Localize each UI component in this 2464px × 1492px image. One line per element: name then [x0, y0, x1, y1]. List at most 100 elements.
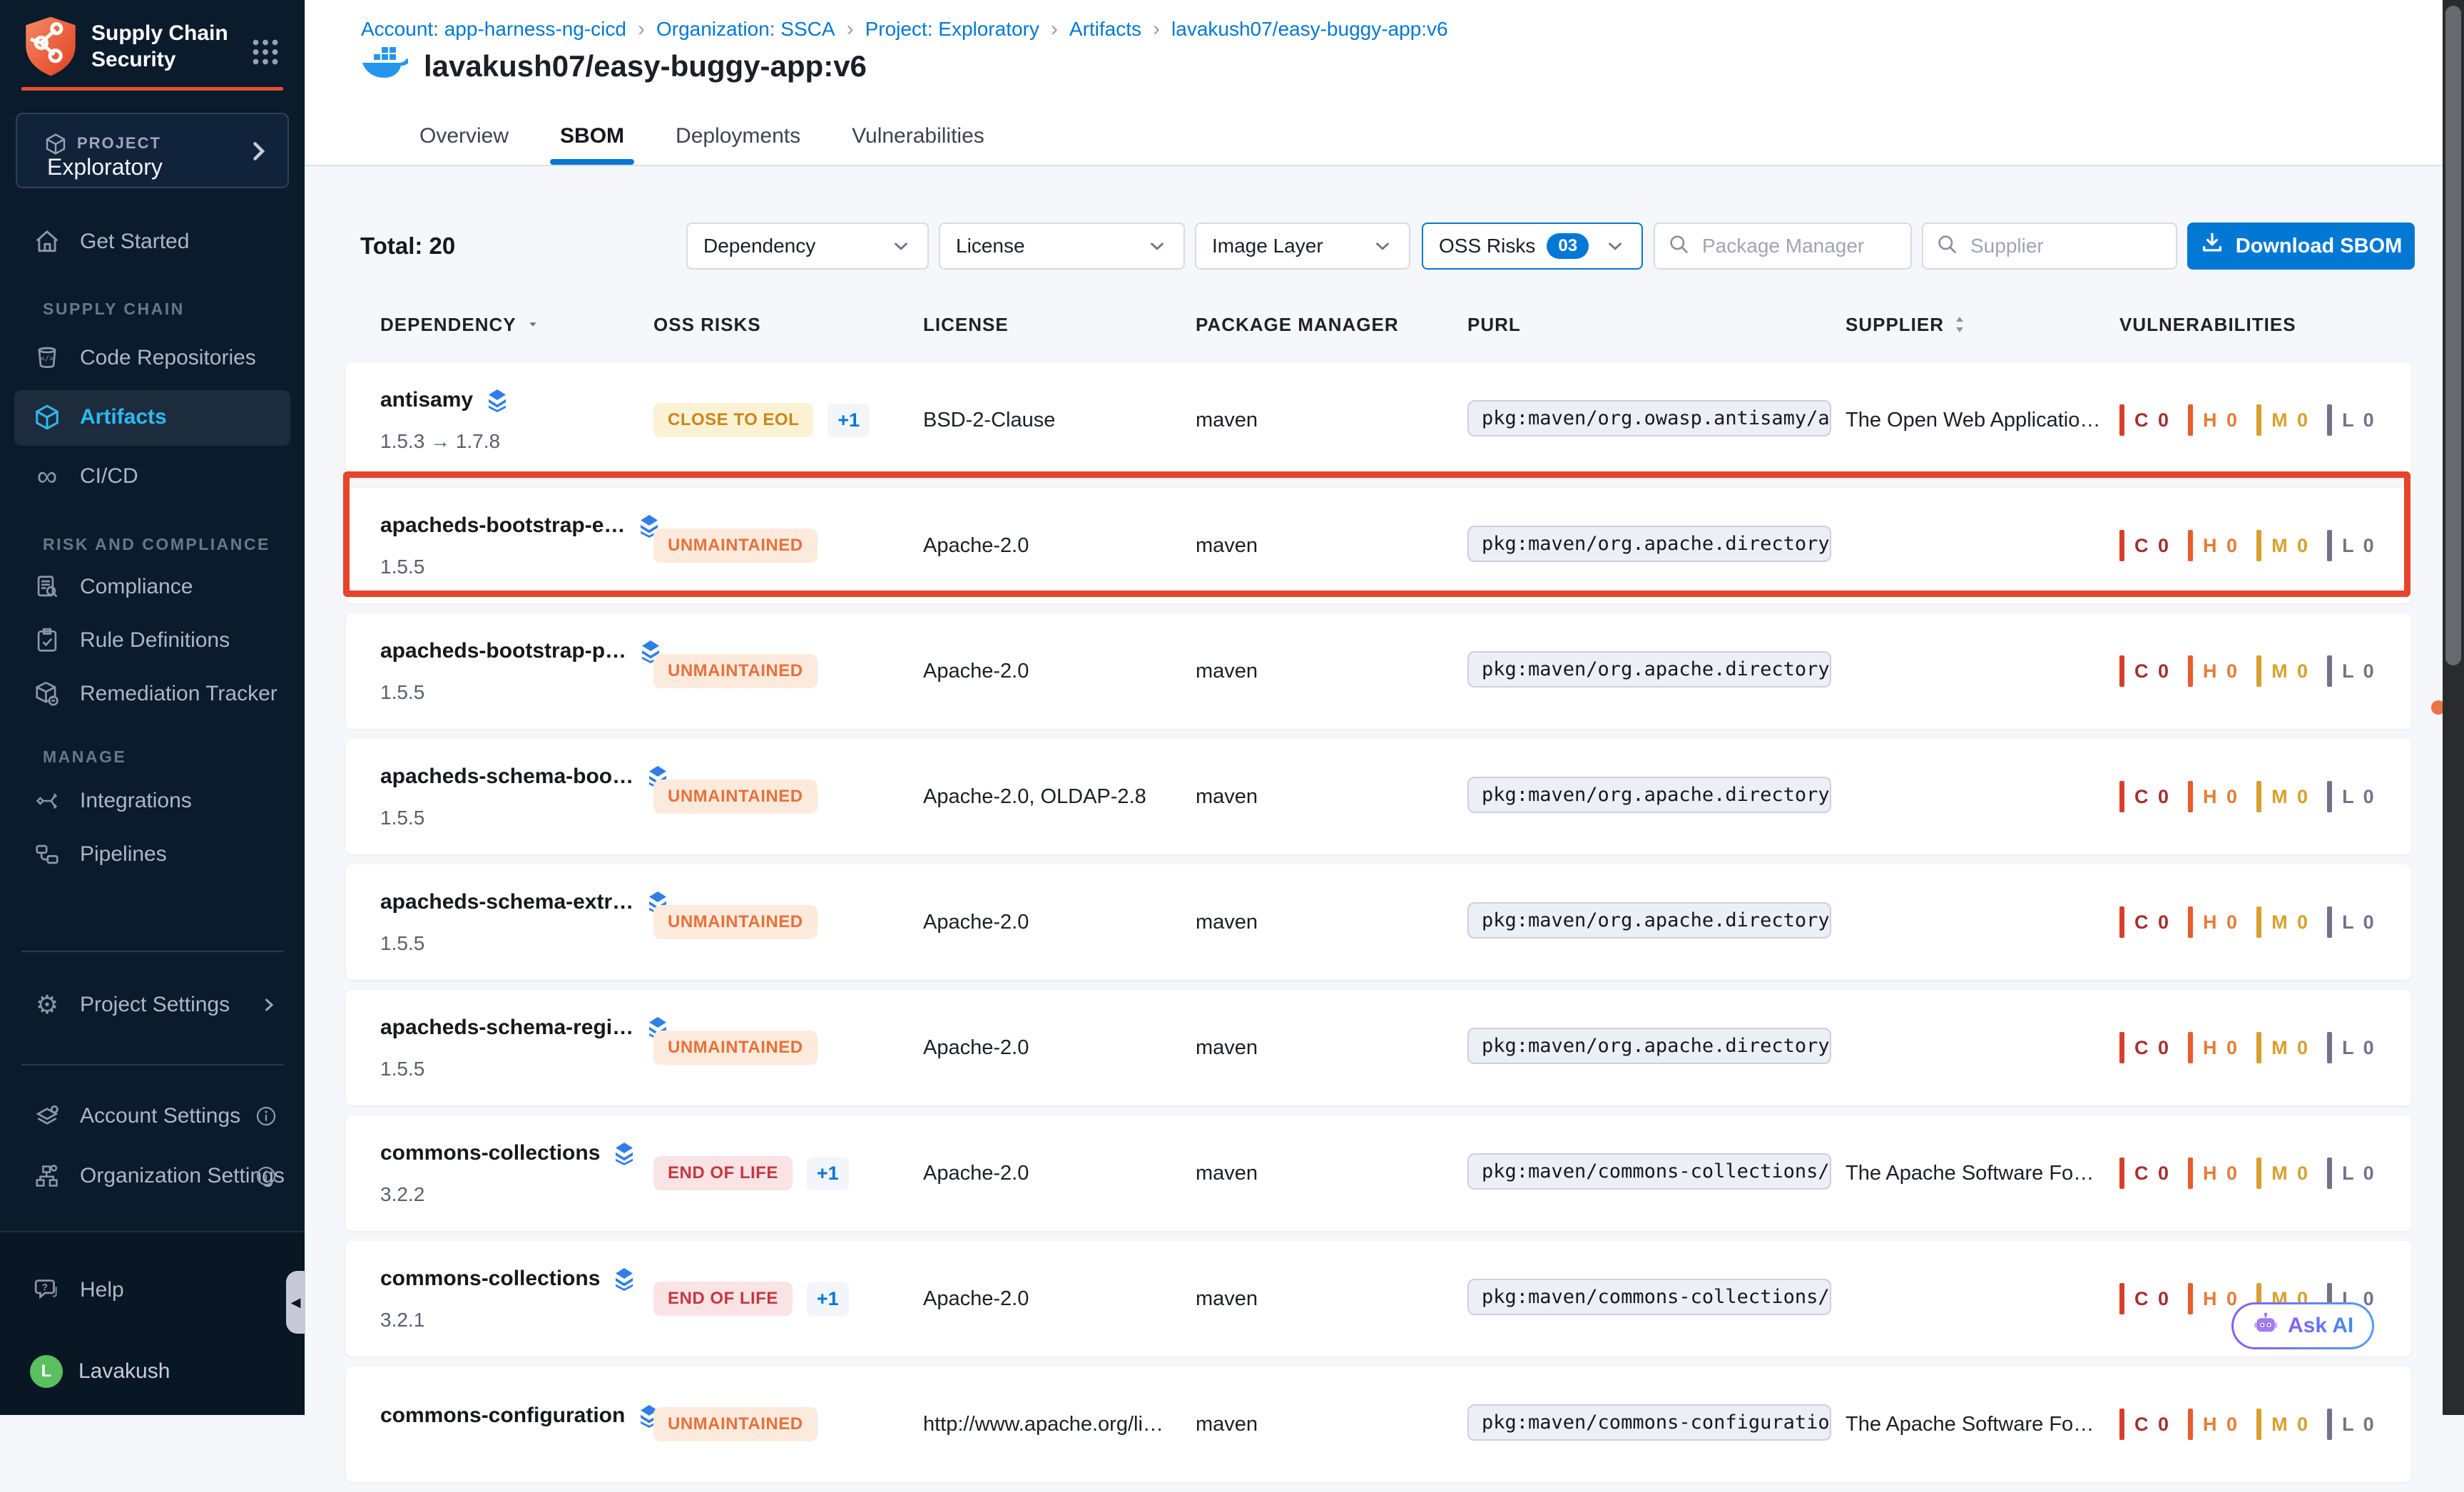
sidebar-item-code-repositories[interactable]: </> Code Repositories: [0, 332, 305, 384]
download-sbom-button[interactable]: Download SBOM: [2187, 223, 2415, 270]
column-header-supplier[interactable]: SUPPLIER: [1846, 314, 2119, 336]
breadcrumb-link[interactable]: Project: Exploratory: [865, 18, 1039, 41]
breadcrumb-link[interactable]: lavakush07/easy-buggy-app:v6: [1171, 18, 1448, 41]
sidebar-item-pipelines[interactable]: Pipelines: [0, 828, 305, 881]
purl-value[interactable]: pkg:maven/org.apache.directory.s…: [1467, 651, 1831, 688]
sort-desc-icon[interactable]: [525, 317, 541, 332]
purl-value[interactable]: pkg:maven/commons-collections/co…: [1467, 1279, 1831, 1315]
user-menu[interactable]: L Lavakush: [0, 1345, 305, 1398]
purl-value[interactable]: pkg:maven/org.apache.directory.s…: [1467, 526, 1831, 562]
sidebar-collapse-handle[interactable]: ◀: [286, 1271, 305, 1334]
account-layers-icon: [33, 1103, 61, 1130]
box-wrench-icon: [33, 680, 61, 707]
project-name: Exploratory: [47, 154, 163, 180]
table-row[interactable]: apacheds-schema-boo… 1.5.5 UNMAINTAINED …: [346, 739, 2411, 854]
scrollbar[interactable]: [2443, 0, 2464, 1415]
purl-value[interactable]: pkg:maven/org.apache.directory.s…: [1467, 902, 1831, 939]
table-row[interactable]: commons-collections 3.2.1 END OF LIFE +1…: [346, 1241, 2411, 1356]
column-header-dependency[interactable]: DEPENDENCY: [380, 314, 653, 336]
section-supply-chain: SUPPLY CHAIN: [43, 300, 185, 319]
vuln-count-high: H 0: [2188, 1409, 2239, 1440]
column-header-oss-risks[interactable]: OSS RISKS: [653, 314, 923, 336]
table-row[interactable]: commons-configuration UNMAINTAINED http:…: [346, 1366, 2411, 1482]
project-selector[interactable]: PROJECT Exploratory: [16, 113, 289, 188]
filter-image-layer[interactable]: Image Layer: [1195, 223, 1410, 270]
vulnerabilities-cell: C 0H 0M 0L 0: [2119, 404, 2411, 436]
supply-chain-security-logo-icon: [21, 16, 80, 81]
vuln-count-medium: M 0: [2256, 906, 2310, 938]
table-row[interactable]: antisamy 1.5.3 → 1.7.8 CLOSE TO EOL +1 B…: [346, 362, 2411, 478]
package-manager-cell: maven: [1196, 911, 1467, 934]
table-row[interactable]: apacheds-schema-extr… 1.5.5 UNMAINTAINED…: [346, 864, 2411, 980]
layers-icon[interactable]: [484, 387, 510, 413]
column-header-purl[interactable]: PURL: [1467, 314, 1846, 336]
package-manager-cell: maven: [1196, 1413, 1467, 1436]
info-icon[interactable]: [255, 1165, 278, 1187]
layers-icon[interactable]: [611, 1140, 637, 1166]
docker-icon: [361, 46, 408, 86]
vuln-count-critical: C 0: [2119, 1409, 2171, 1440]
table-row[interactable]: apacheds-schema-regi… 1.5.5 UNMAINTAINED…: [346, 990, 2411, 1105]
tab-bar: Overview SBOM Deployments Vulnerabilities: [411, 107, 993, 165]
ask-ai-button[interactable]: Ask AI: [2231, 1302, 2374, 1349]
purl-value[interactable]: pkg:maven/org.owasp.antisamy/ant…: [1467, 400, 1831, 436]
package-manager-cell: maven: [1196, 660, 1467, 683]
purl-value[interactable]: pkg:maven/commons-configuration/…: [1467, 1404, 1831, 1441]
tab-sbom[interactable]: SBOM: [551, 107, 633, 165]
sidebar: Supply Chain Security PROJECT Explorator…: [0, 0, 305, 1415]
vuln-count-low: L 0: [2327, 906, 2376, 938]
breadcrumb-link[interactable]: Artifacts: [1069, 18, 1141, 41]
oss-risk-more-chip[interactable]: +1: [807, 1282, 849, 1316]
oss-risk-more-chip[interactable]: +1: [828, 404, 870, 437]
package-manager-input[interactable]: [1701, 234, 1898, 258]
vuln-count-low: L 0: [2327, 1158, 2376, 1189]
breadcrumb-separator: ›: [638, 17, 645, 41]
sidebar-item-cicd[interactable]: ∞ CI/CD: [0, 450, 305, 503]
supplier-input[interactable]: [1969, 234, 2163, 258]
tab-overview[interactable]: Overview: [411, 107, 517, 165]
purl-value[interactable]: pkg:maven/org.apache.directory.s…: [1467, 777, 1831, 813]
vuln-count-low: L 0: [2327, 1409, 2376, 1440]
license-cell: Apache-2.0: [923, 1287, 1196, 1311]
sidebar-item-help[interactable]: ? Help: [0, 1264, 305, 1317]
sidebar-item-organization-settings[interactable]: Organization Settings: [0, 1150, 305, 1202]
dependency-cell: apacheds-schema-regi… 1.5.5: [380, 1015, 653, 1080]
module-grid-icon[interactable]: [250, 37, 280, 71]
breadcrumb-link[interactable]: Account: app-harness-ng-cicd: [361, 18, 626, 41]
sort-icon[interactable]: [1953, 315, 1967, 334]
column-header-package-manager[interactable]: PACKAGE MANAGER: [1196, 314, 1467, 336]
table-row[interactable]: apacheds-bootstrap-e… 1.5.5 UNMAINTAINED…: [346, 488, 2411, 603]
sidebar-item-artifacts[interactable]: Artifacts: [0, 391, 305, 444]
vulnerabilities-cell: C 0H 0M 0L 0: [2119, 906, 2411, 938]
sidebar-item-account-settings[interactable]: Account Settings: [0, 1090, 305, 1143]
tab-deployments[interactable]: Deployments: [667, 107, 809, 165]
dependency-name: antisamy: [380, 388, 473, 412]
sidebar-item-project-settings[interactable]: ⚙ Project Settings: [0, 979, 305, 1031]
breadcrumb-link[interactable]: Organization: SSCA: [656, 18, 835, 41]
artifacts-cube-icon: [33, 404, 61, 431]
column-header-license[interactable]: LICENSE: [923, 314, 1196, 336]
sidebar-item-remediation-tracker[interactable]: Remediation Tracker: [0, 668, 305, 720]
scrollbar-thumb[interactable]: [2445, 6, 2461, 665]
tab-vulnerabilities[interactable]: Vulnerabilities: [843, 107, 993, 165]
filter-license[interactable]: License: [939, 223, 1185, 270]
table-row[interactable]: commons-collections 3.2.2 END OF LIFE +1…: [346, 1115, 2411, 1231]
column-header-vulnerabilities[interactable]: VULNERABILITIES: [2119, 314, 2411, 336]
purl-value[interactable]: pkg:maven/org.apache.directory.s…: [1467, 1028, 1831, 1064]
filter-oss-risks[interactable]: OSS Risks03: [1422, 223, 1643, 270]
oss-risks-cell: UNMAINTAINED: [653, 1407, 923, 1441]
vulnerabilities-cell: C 0H 0M 0L 0: [2119, 655, 2411, 687]
oss-risk-more-chip[interactable]: +1: [807, 1157, 849, 1190]
layers-icon[interactable]: [611, 1266, 637, 1292]
sidebar-item-integrations[interactable]: Integrations: [0, 775, 305, 827]
table-row[interactable]: apacheds-bootstrap-p… 1.5.5 UNMAINTAINED…: [346, 613, 2411, 729]
info-icon[interactable]: [255, 1105, 278, 1128]
search-icon: [1668, 233, 1691, 260]
sidebar-item-rule-definitions[interactable]: Rule Definitions: [0, 614, 305, 667]
sidebar-item-get-started[interactable]: Get Started: [0, 215, 305, 268]
filter-dependency[interactable]: Dependency: [686, 223, 929, 270]
robot-icon: [2252, 1311, 2279, 1342]
sidebar-item-compliance[interactable]: Compliance: [0, 561, 305, 613]
vuln-count-medium: M 0: [2256, 404, 2310, 436]
purl-value[interactable]: pkg:maven/commons-collections/co…: [1467, 1153, 1831, 1190]
